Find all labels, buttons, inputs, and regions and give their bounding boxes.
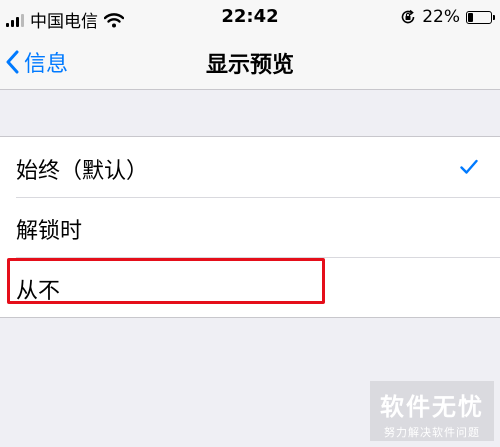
status-bar: 中国电信 22:42 22% <box>0 0 500 34</box>
battery-icon <box>466 10 495 24</box>
status-right: 22% <box>400 7 495 27</box>
highlight-box <box>7 258 325 304</box>
option-always[interactable]: 始终（默认） <box>0 137 500 197</box>
watermark-title: 软件无忧 <box>380 393 484 421</box>
watermark-subtitle: 努力解决软件问题 <box>384 426 480 439</box>
orientation-lock-icon <box>401 9 415 24</box>
battery-percent: 22% <box>422 7 460 27</box>
option-label: 解锁时 <box>16 219 83 244</box>
checkmark-icon <box>460 159 478 174</box>
option-label: 始终（默认） <box>16 159 149 184</box>
watermark: 软件无忧 努力解决软件问题 <box>370 381 494 441</box>
page-title: 显示预览 <box>205 53 294 78</box>
navigation-bar: 信息 显示预览 <box>0 34 500 90</box>
option-when-unlocked[interactable]: 解锁时 <box>0 197 500 257</box>
